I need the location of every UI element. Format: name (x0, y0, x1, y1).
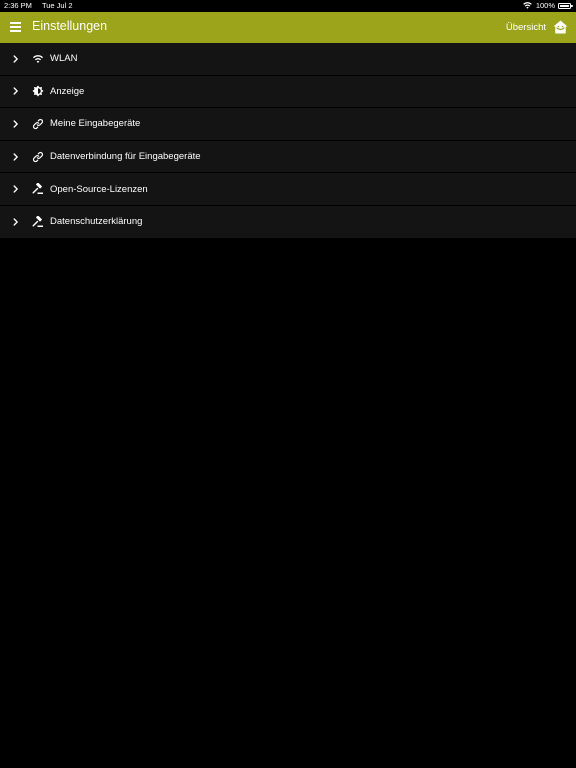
hamburger-menu-icon[interactable] (10, 21, 22, 33)
status-date: Tue Jul 2 (41, 1, 73, 10)
settings-item-label: WLAN (50, 53, 78, 65)
link-icon (32, 118, 44, 130)
settings-item-label: Datenverbindung für Eingabegeräte (50, 151, 201, 163)
chevron-right-icon (13, 55, 18, 63)
brightness-icon (32, 85, 44, 97)
settings-item-label: Meine Eingabegeräte (50, 118, 141, 130)
settings-item-label: Datenschutzerklärung (50, 216, 143, 228)
chevron-right-icon (13, 120, 18, 128)
status-bar: 2:36 PM Tue Jul 2 100% (0, 0, 576, 12)
settings-list: WLAN Anzeige Meine Eingabegeräte Datenve… (0, 43, 576, 239)
settings-item-datenverbindung[interactable]: Datenverbindung für Eingabegeräte (0, 140, 576, 174)
gavel-icon (32, 215, 43, 227)
battery-percentage: 100% (535, 1, 555, 10)
settings-item-datenschutzerklaerung[interactable]: Datenschutzerklärung (0, 205, 576, 239)
chevron-right-icon (13, 87, 18, 96)
wifi-icon (33, 54, 43, 63)
app-bar: Einstellungen Übersicht (0, 12, 576, 43)
settings-item-meine-eingabegeraete[interactable]: Meine Eingabegeräte (0, 108, 576, 141)
wifi-icon (523, 2, 532, 9)
status-time: 2:36 PM (4, 1, 32, 10)
chevron-right-icon (13, 185, 18, 193)
settings-item-label: Anzeige (50, 85, 85, 97)
home-icon (553, 20, 568, 34)
settings-item-label: Open-Source-Lizenzen (50, 183, 148, 195)
overview-label: Übersicht (505, 21, 546, 33)
chevron-right-icon (13, 152, 18, 161)
gavel-icon (32, 183, 43, 195)
chevron-right-icon (13, 218, 18, 226)
link-icon (32, 151, 44, 162)
battery-icon (558, 2, 573, 9)
page-title: Einstellungen (32, 19, 108, 33)
settings-item-wlan[interactable]: WLAN (0, 43, 576, 76)
settings-item-anzeige[interactable]: Anzeige (0, 75, 576, 109)
overview-button[interactable]: Übersicht (506, 16, 568, 38)
settings-item-open-source-lizenzen[interactable]: Open-Source-Lizenzen (0, 173, 576, 206)
